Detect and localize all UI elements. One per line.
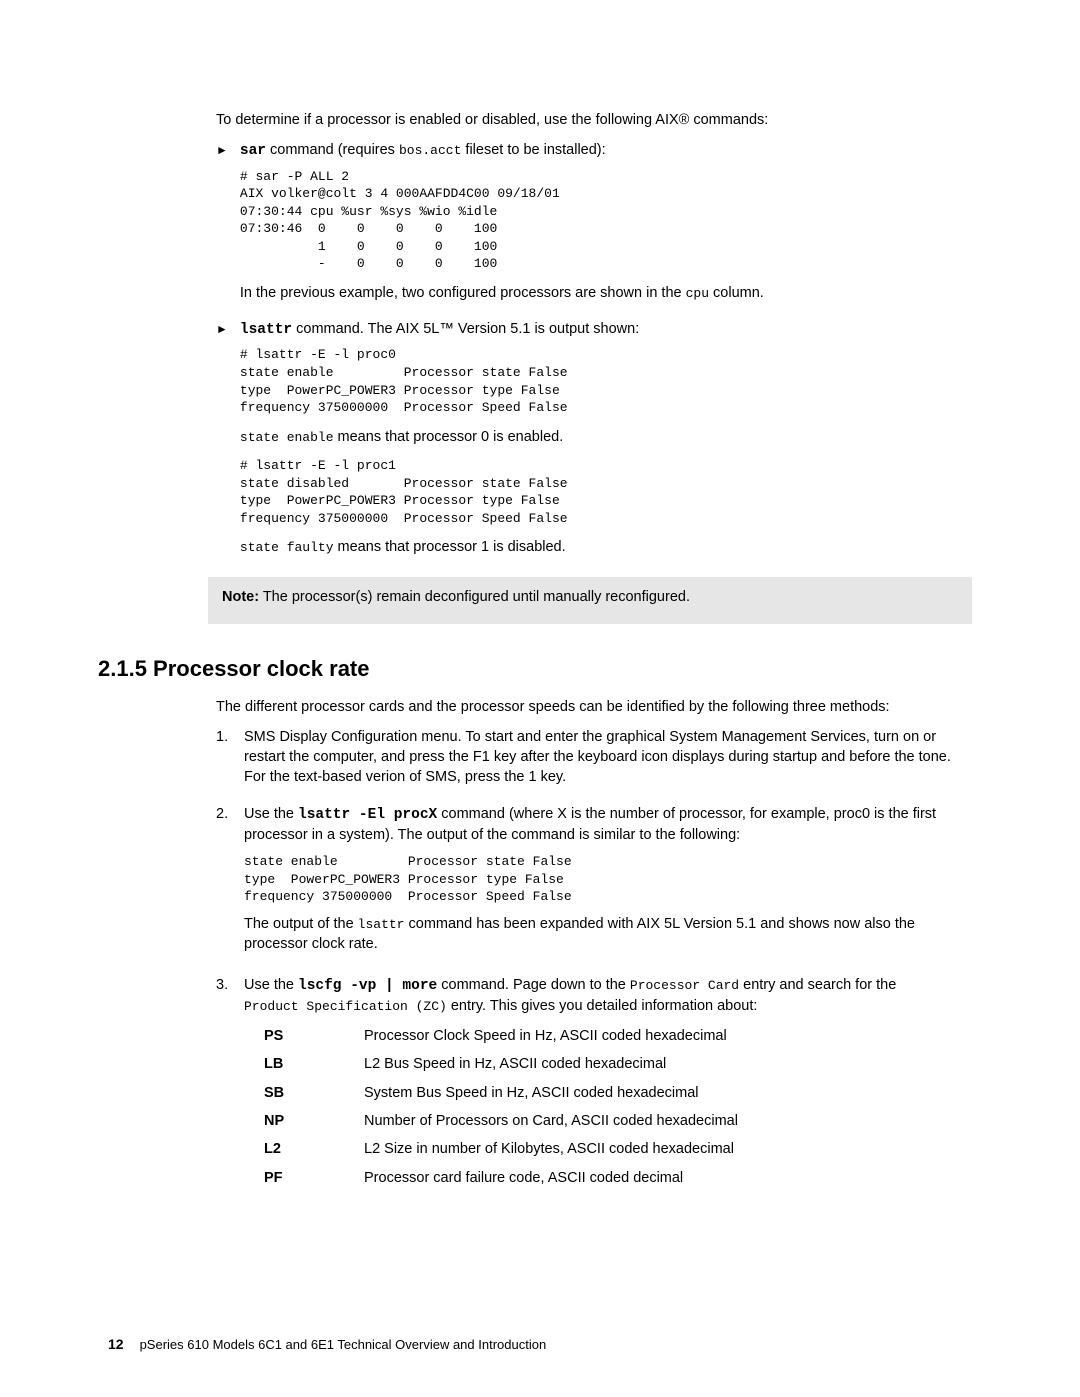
sar-cmd: sar [240, 143, 266, 159]
def-val: L2 Bus Speed in Hz, ASCII coded hexadeci… [364, 1054, 972, 1074]
lsattr-output-step2: state enable Processor state False type … [244, 853, 972, 906]
text: Use the [244, 977, 298, 993]
text: The output of the [244, 916, 358, 932]
bullet-glyph: ► [216, 140, 228, 313]
footer-title: pSeries 610 Models 6C1 and 6E1 Technical… [140, 1336, 547, 1354]
state-enable-code: state enable [240, 430, 334, 445]
product-spec-code: Product Specification (ZC) [244, 999, 447, 1014]
bullet-body: lsattr command. The AIX 5L™ Version 5.1 … [240, 319, 639, 567]
step-1: 1. SMS Display Configuration menu. To st… [216, 727, 972, 794]
def-row-l2: L2 L2 Size in number of Kilobytes, ASCII… [264, 1139, 972, 1159]
state-faulty-code: state faulty [240, 540, 334, 555]
step-number: 1. [216, 727, 236, 794]
def-key: LB [264, 1054, 364, 1074]
step-number: 3. [216, 975, 236, 1196]
lsattr-code: lsattr [358, 917, 405, 932]
note-label: Note: [222, 589, 259, 605]
lsattr-el-cmd: lsattr -El procX [298, 807, 437, 823]
lsattr-cmd: lsattr [240, 322, 292, 338]
def-row-lb: LB L2 Bus Speed in Hz, ASCII coded hexad… [264, 1054, 972, 1074]
step-text: SMS Display Configuration menu. To start… [244, 727, 972, 788]
text: entry. This gives you detailed informati… [447, 998, 758, 1014]
text: command. Page down to the [437, 977, 630, 993]
step-3: 3. Use the lscfg -vp | more command. Pag… [216, 975, 972, 1196]
page-footer: 12 pSeries 610 Models 6C1 and 6E1 Techni… [108, 1335, 546, 1355]
step-number: 2. [216, 804, 236, 965]
text: means that processor 1 is disabled. [334, 539, 566, 555]
bullet-item-lsattr: ► lsattr command. The AIX 5L™ Version 5.… [216, 319, 972, 567]
section-heading: 2.1.5 Processor clock rate [98, 654, 972, 685]
def-row-ps: PS Processor Clock Speed in Hz, ASCII co… [264, 1026, 972, 1046]
lsattr-proc0-output: # lsattr -E -l proc0 state enable Proces… [240, 346, 639, 416]
step-2: 2. Use the lsattr -El procX command (whe… [216, 804, 972, 965]
def-val: Number of Processors on Card, ASCII code… [364, 1111, 972, 1131]
bullet-item-sar: ► sar command (requires bos.acct fileset… [216, 140, 972, 313]
sar-output: # sar -P ALL 2 AIX volker@colt 3 4 000AA… [240, 168, 764, 273]
cpu-code: cpu [686, 286, 709, 301]
def-val: L2 Size in number of Kilobytes, ASCII co… [364, 1139, 972, 1159]
def-key: NP [264, 1111, 364, 1131]
processor-card-code: Processor Card [630, 978, 739, 993]
page-number: 12 [108, 1335, 124, 1355]
note-box: Note: The processor(s) remain deconfigur… [208, 577, 972, 623]
text: Use the [244, 806, 298, 822]
text: means that processor 0 is enabled. [334, 429, 564, 445]
note-text: The processor(s) remain deconfigured unt… [259, 589, 690, 605]
def-row-pf: PF Processor card failure code, ASCII co… [264, 1168, 972, 1188]
def-val: Processor Clock Speed in Hz, ASCII coded… [364, 1026, 972, 1046]
text: In the previous example, two configured … [240, 285, 686, 301]
text: entry and search for the [739, 977, 896, 993]
bos-acct: bos.acct [399, 143, 461, 158]
def-row-np: NP Number of Processors on Card, ASCII c… [264, 1111, 972, 1131]
text: fileset to be installed): [461, 142, 605, 158]
lscfg-cmd: lscfg -vp | more [298, 978, 437, 994]
text: command (requires [266, 142, 399, 158]
intro-paragraph: To determine if a processor is enabled o… [216, 110, 972, 130]
def-key: SB [264, 1083, 364, 1103]
def-key: L2 [264, 1139, 364, 1159]
bullet-glyph: ► [216, 319, 228, 567]
text: column. [709, 285, 764, 301]
bullet-body: sar command (requires bos.acct fileset t… [240, 140, 764, 313]
text: command. The AIX 5L™ Version 5.1 is outp… [292, 321, 639, 337]
def-val: Processor card failure code, ASCII coded… [364, 1168, 972, 1188]
def-val: System Bus Speed in Hz, ASCII coded hexa… [364, 1083, 972, 1103]
section-intro: The different processor cards and the pr… [216, 697, 972, 717]
def-row-sb: SB System Bus Speed in Hz, ASCII coded h… [264, 1083, 972, 1103]
def-key: PS [264, 1026, 364, 1046]
def-key: PF [264, 1168, 364, 1188]
lsattr-proc1-output: # lsattr -E -l proc1 state disabled Proc… [240, 457, 639, 527]
